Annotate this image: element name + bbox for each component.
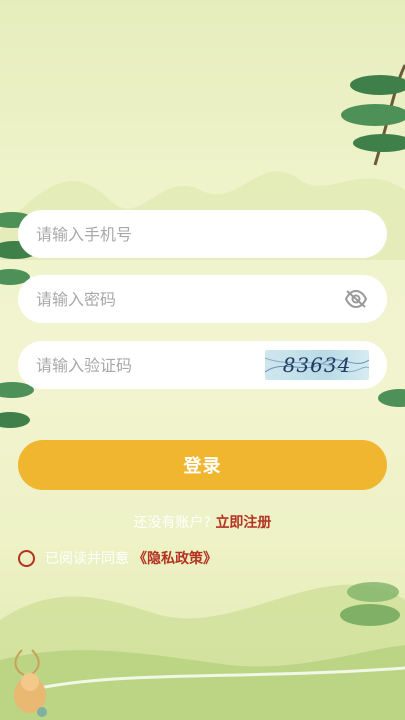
privacy-policy-link[interactable]: 《隐私政策》 <box>133 548 217 568</box>
radio-unchecked-icon[interactable] <box>18 549 35 567</box>
phone-input[interactable] <box>36 210 369 258</box>
captcha-text: 83634 <box>282 353 352 377</box>
verification-code-input[interactable] <box>36 341 265 389</box>
login-button[interactable]: 登录 <box>18 440 387 490</box>
register-link[interactable]: 立即注册 <box>215 515 271 531</box>
phone-field[interactable] <box>18 210 387 258</box>
captcha-image[interactable]: 83634 <box>265 350 369 380</box>
register-question: 还没有账户? <box>133 515 211 531</box>
eye-off-icon[interactable] <box>343 286 369 312</box>
password-field[interactable] <box>18 275 387 323</box>
deer-decoration <box>14 649 47 717</box>
password-input[interactable] <box>36 275 343 323</box>
pine-tree-decoration <box>340 582 400 626</box>
agreement-text: 已阅读并同意 <box>45 551 129 567</box>
verification-code-field[interactable]: 83634 <box>18 341 387 389</box>
privacy-agreement: 已阅读并同意 《隐私政策》 <box>18 548 217 568</box>
pine-branch-decoration <box>341 64 405 166</box>
pine-branch-decoration <box>378 389 405 407</box>
register-prompt: 还没有账户? 立即注册 <box>0 512 405 532</box>
